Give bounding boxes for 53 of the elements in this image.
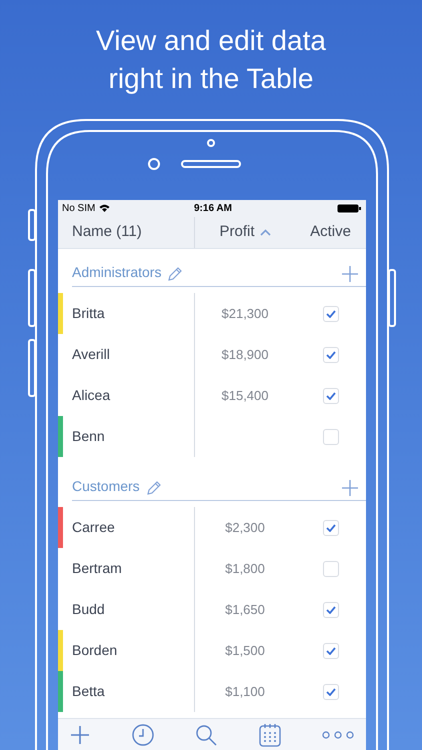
profit-cell-text: $15,400 <box>222 387 268 406</box>
name-cell-text: Borden <box>72 641 118 660</box>
more-icon[interactable] <box>322 730 354 739</box>
checkbox[interactable] <box>322 642 338 659</box>
profit-cell-text: $1,650 <box>225 601 265 620</box>
checkbox[interactable] <box>322 560 338 577</box>
group-title: Customers <box>72 477 140 496</box>
checkbox[interactable] <box>322 520 338 536</box>
checkmark-icon <box>326 688 336 696</box>
name-cell-text: Alicea <box>72 386 110 406</box>
name-cell-text: Carree <box>72 518 115 538</box>
carrier-label: No SIM <box>62 202 96 216</box>
calendar-icon[interactable] <box>258 722 280 747</box>
name-cell-text: Benn <box>72 427 105 446</box>
checkbox[interactable] <box>322 684 338 700</box>
headline-text: View and edit data <box>96 24 326 58</box>
headline-text: right in the Table <box>108 62 314 96</box>
checkbox[interactable] <box>322 346 338 363</box>
add-icon[interactable] <box>342 266 358 282</box>
checkmark-icon <box>326 646 336 655</box>
checkbox[interactable] <box>322 388 338 404</box>
profit-cell-text: $1,800 <box>225 560 265 578</box>
name-cell-text: Betta <box>72 682 105 702</box>
column-header[interactable]: Active <box>310 221 351 244</box>
profit-cell-text: $21,300 <box>222 305 268 324</box>
group-title: Administrators <box>72 263 162 282</box>
column-header[interactable]: Profit <box>219 221 270 244</box>
profit-cell-text: $2,300 <box>225 519 265 538</box>
checkmark-icon <box>326 524 336 532</box>
profit-cell-text: $18,900 <box>222 346 268 364</box>
name-cell-text: Bertram <box>72 559 122 578</box>
pencil-icon[interactable] <box>146 481 161 496</box>
column-header[interactable]: Name (11) <box>72 221 142 244</box>
checkbox[interactable] <box>322 602 338 618</box>
checkmark-icon <box>326 606 336 614</box>
checkbox[interactable] <box>322 306 338 322</box>
search-icon[interactable] <box>195 724 217 746</box>
battery-icon <box>337 204 361 213</box>
checkmark-icon <box>326 350 336 359</box>
name-cell-text: Budd <box>72 600 105 620</box>
wifi-icon <box>99 204 110 212</box>
checkmark-icon <box>326 310 336 318</box>
name-cell-text: Britta <box>72 304 105 324</box>
add-icon[interactable] <box>342 480 358 496</box>
clock-icon[interactable] <box>132 724 154 746</box>
time-label: 9:16 AM <box>194 202 232 216</box>
checkbox[interactable] <box>322 428 338 445</box>
pencil-icon[interactable] <box>168 267 182 282</box>
profit-cell-text: $1,500 <box>225 642 265 660</box>
profit-cell-text: $1,100 <box>225 683 265 702</box>
checkmark-icon <box>326 392 336 400</box>
add-icon[interactable] <box>70 724 90 745</box>
name-cell-text: Averill <box>72 345 110 364</box>
